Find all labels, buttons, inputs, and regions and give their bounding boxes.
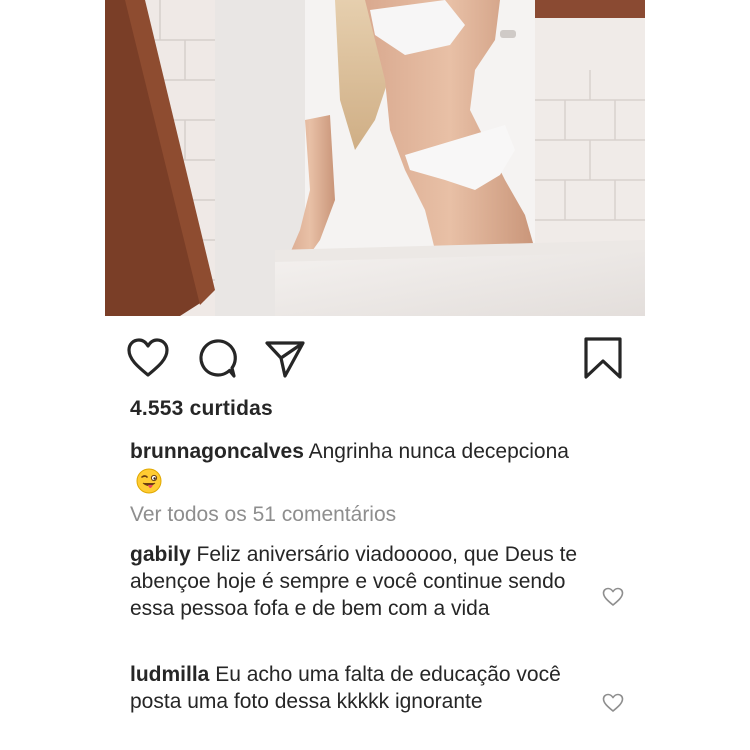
likes-count[interactable]: 4.553 curtidas bbox=[130, 397, 273, 421]
view-all-comments-link[interactable]: Ver todos os 51 comentários bbox=[130, 503, 396, 527]
comment-item: ludmilla Eu acho uma falta de educação v… bbox=[130, 661, 580, 715]
heart-icon[interactable] bbox=[127, 338, 169, 378]
comment-username[interactable]: gabily bbox=[130, 543, 191, 566]
post-photo[interactable] bbox=[105, 0, 645, 316]
caption-text: Angrinha nunca decepciona bbox=[308, 440, 569, 463]
comment-bubble-icon[interactable] bbox=[196, 338, 238, 380]
bookmark-icon[interactable] bbox=[582, 336, 624, 380]
winking-face-with-tongue-icon bbox=[136, 468, 162, 494]
post-photo-illustration bbox=[105, 0, 645, 316]
caption-username[interactable]: brunnagoncalves bbox=[130, 440, 304, 463]
post-caption: brunnagoncalves Angrinha nunca decepcion… bbox=[130, 436, 580, 498]
paper-plane-icon[interactable] bbox=[264, 338, 306, 380]
comment-item: gabily Feliz aniversário viadooooo, que … bbox=[130, 541, 580, 622]
comment-text: Feliz aniversário viadooooo, que Deus te… bbox=[130, 543, 578, 620]
action-bar bbox=[0, 330, 750, 390]
comment-like-heart-icon[interactable] bbox=[602, 693, 624, 718]
comment-like-heart-icon[interactable] bbox=[602, 587, 624, 612]
comment-username[interactable]: ludmilla bbox=[130, 663, 209, 686]
